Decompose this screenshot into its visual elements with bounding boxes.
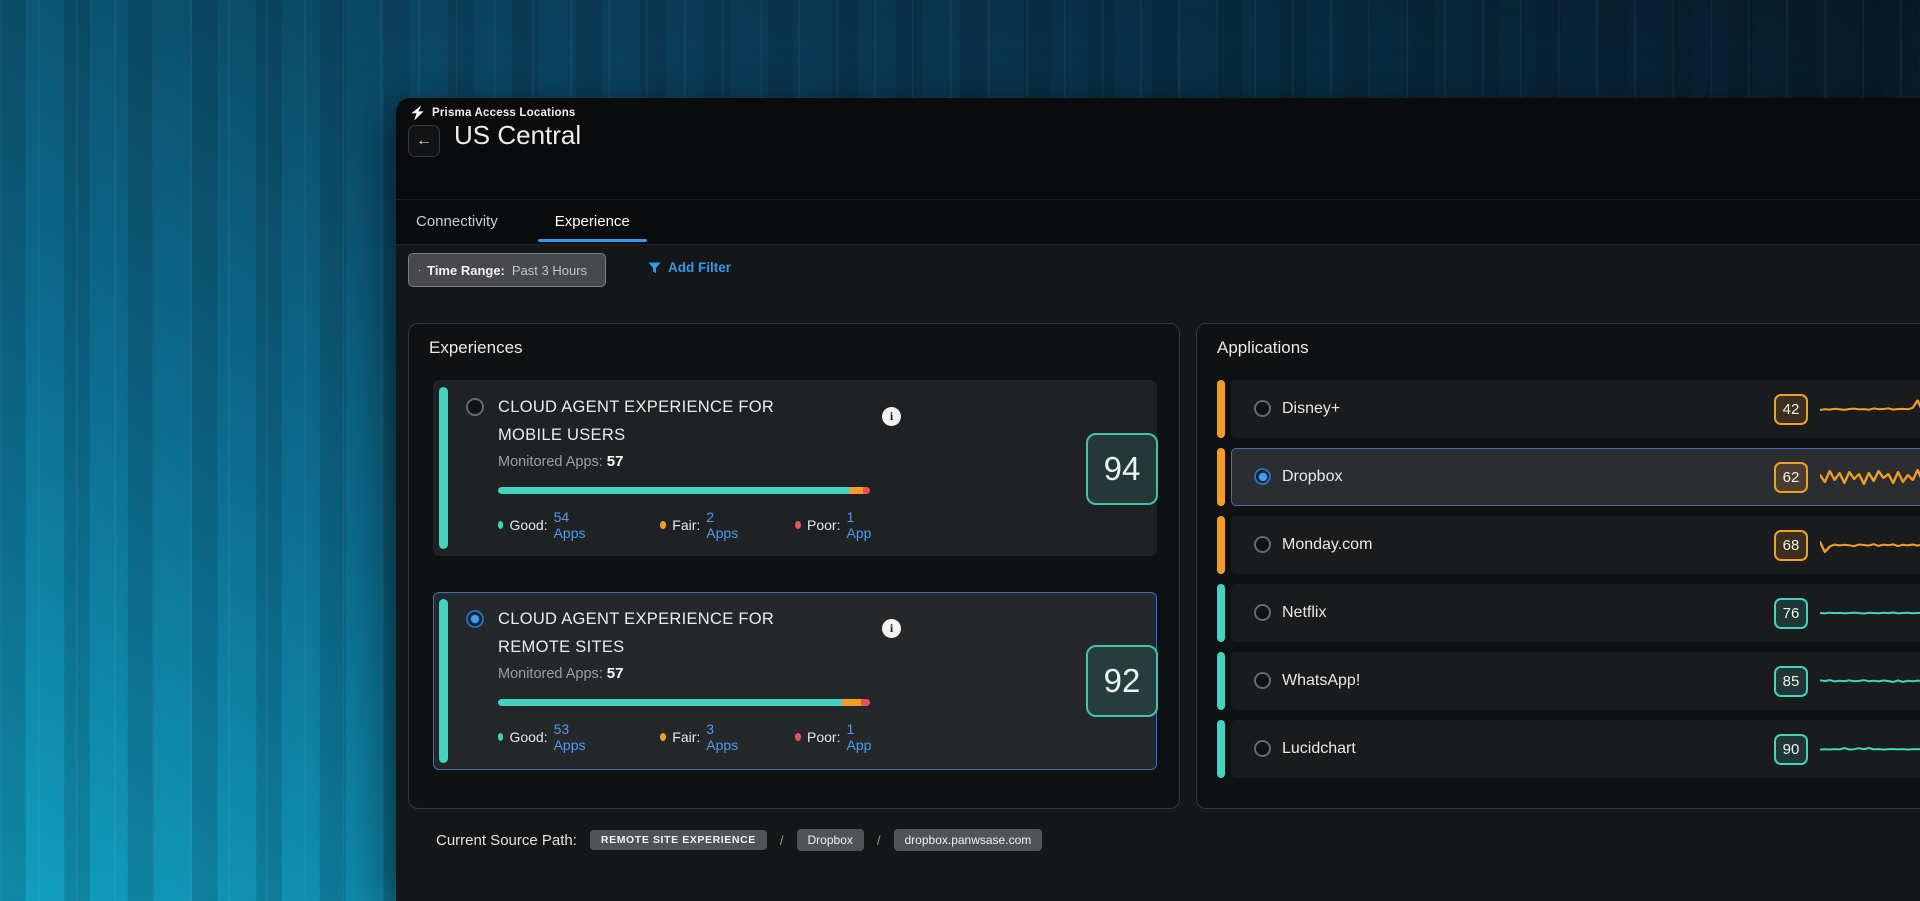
app-score-badge: 42 (1774, 394, 1808, 425)
app-score-badge: 90 (1774, 734, 1808, 765)
add-filter-button[interactable]: Add Filter (648, 260, 731, 275)
app-row-dropbox[interactable]: Dropbox 62 (1217, 448, 1920, 506)
monitored-apps: Monitored Apps:57 (498, 665, 623, 682)
app-score-badge: 76 (1774, 598, 1808, 629)
poor-apps-link[interactable]: 1 App (846, 721, 873, 753)
app-row-lucidchart[interactable]: Lucidchart 90 (1217, 720, 1920, 778)
good-apps-link[interactable]: 54 Apps (554, 509, 588, 541)
app-score-badge: 85 (1774, 666, 1808, 697)
app-row-netflix[interactable]: Netflix 76 (1217, 584, 1920, 642)
content-area: Time Range: Past 3 Hours Add Filter Expe… (396, 244, 1920, 901)
app-status-bar (1217, 516, 1225, 574)
page-title: US Central (454, 120, 581, 151)
source-path-label: Current Source Path: (436, 832, 577, 849)
app-radio[interactable] (1254, 400, 1271, 417)
time-range-label: Time Range: (427, 263, 505, 278)
experience-card-remote-sites[interactable]: CLOUD AGENT EXPERIENCE FOR REMOTE SITES … (433, 592, 1157, 770)
experiences-title: Experiences (429, 338, 523, 358)
tab-connectivity[interactable]: Connectivity (410, 208, 504, 242)
time-range-dropdown[interactable]: Time Range: Past 3 Hours (408, 253, 606, 287)
app-status-bar (1217, 720, 1225, 778)
info-icon[interactable]: i (882, 619, 901, 638)
experience-radio[interactable] (466, 610, 484, 628)
chevron-down-icon (594, 267, 595, 274)
experience-card-mobile-users[interactable]: CLOUD AGENT EXPERIENCE FOR MOBILE USERS … (433, 380, 1157, 556)
app-row-whatsapp[interactable]: WhatsApp! 85 (1217, 652, 1920, 710)
app-status-bar (1217, 448, 1225, 506)
app-sparkline (1820, 666, 1920, 696)
good-dot (498, 733, 503, 741)
add-filter-label: Add Filter (668, 260, 731, 275)
app-row-monday[interactable]: Monday.com 68 (1217, 516, 1920, 574)
app-health-bar (498, 699, 870, 706)
experience-status-bar (439, 387, 448, 549)
fair-dot (660, 733, 666, 741)
source-path-chip-experience: REMOTE SITE EXPERIENCE (590, 830, 767, 850)
bar-good-segment (498, 699, 842, 706)
tab-experience[interactable]: Experience (538, 208, 647, 242)
experience-score: 92 (1086, 645, 1158, 717)
prisma-logo-icon (410, 105, 425, 121)
experience-card-title: CLOUD AGENT EXPERIENCE FOR MOBILE USERS (498, 393, 898, 449)
path-separator: / (780, 833, 784, 848)
calendar-icon (419, 264, 420, 277)
app-sparkline (1820, 394, 1920, 424)
good-dot (498, 521, 503, 529)
info-icon[interactable]: i (882, 407, 901, 426)
monitored-apps: Monitored Apps:57 (498, 453, 623, 470)
fair-apps-link[interactable]: 3 Apps (706, 721, 740, 753)
fair-dot (660, 521, 666, 529)
app-sparkline (1820, 530, 1920, 560)
app-radio[interactable] (1254, 468, 1271, 485)
applications-title: Applications (1217, 338, 1309, 358)
screen: { "app": { "brand": "Prisma Access Locat… (0, 0, 1920, 901)
arrow-left-icon: ← (416, 132, 432, 150)
poor-dot (795, 733, 801, 741)
time-range-value: Past 3 Hours (512, 263, 587, 278)
bar-poor-segment (861, 699, 870, 706)
app-sparkline (1820, 462, 1920, 492)
experiences-panel: Experiences CLOUD AGENT EXPERIENCE FOR M… (408, 323, 1180, 809)
app-radio[interactable] (1254, 604, 1271, 621)
app-radio[interactable] (1254, 740, 1271, 757)
experience-status-bar (439, 599, 448, 763)
bar-fair-segment (842, 699, 861, 706)
applications-panel: Applications Disney+ 42 Dropbox (1196, 323, 1920, 809)
bar-good-segment (498, 487, 850, 494)
brand-label: Prisma Access Locations (432, 107, 576, 119)
bar-poor-segment (863, 487, 870, 494)
header-divider (396, 199, 1920, 200)
poor-apps-link[interactable]: 1 App (846, 509, 873, 541)
app-radio[interactable] (1254, 536, 1271, 553)
applications-list: Disney+ 42 Dropbox 62 (1217, 380, 1920, 788)
poor-dot (795, 521, 801, 529)
experience-radio[interactable] (466, 398, 484, 416)
brand-row: Prisma Access Locations (410, 105, 576, 121)
fair-apps-link[interactable]: 2 Apps (706, 509, 740, 541)
source-path-chip-app: Dropbox (797, 829, 864, 851)
back-button[interactable]: ← (408, 125, 440, 157)
app-sparkline (1820, 598, 1920, 628)
app-health-bar (498, 487, 870, 494)
app-radio[interactable] (1254, 672, 1271, 689)
app-row-disney[interactable]: Disney+ 42 (1217, 380, 1920, 438)
app-status-bar (1217, 652, 1225, 710)
good-apps-link[interactable]: 53 Apps (554, 721, 588, 753)
app-status-bar (1217, 380, 1225, 438)
source-path-chip-domain: dropbox.panwsase.com (894, 829, 1043, 851)
app-status-bar (1217, 584, 1225, 642)
filter-funnel-icon (648, 262, 661, 274)
experience-score: 94 (1086, 433, 1158, 505)
current-source-path: Current Source Path: REMOTE SITE EXPERIE… (436, 825, 1042, 855)
app-window: Prisma Access Locations ← US Central Con… (396, 98, 1920, 901)
path-separator: / (877, 833, 881, 848)
app-sparkline (1820, 734, 1920, 764)
app-score-badge: 68 (1774, 530, 1808, 561)
app-score-badge: 62 (1774, 462, 1808, 493)
experience-card-title: CLOUD AGENT EXPERIENCE FOR REMOTE SITES (498, 605, 898, 661)
bar-fair-segment (850, 487, 863, 494)
tab-bar: Connectivity Experience (410, 208, 681, 242)
